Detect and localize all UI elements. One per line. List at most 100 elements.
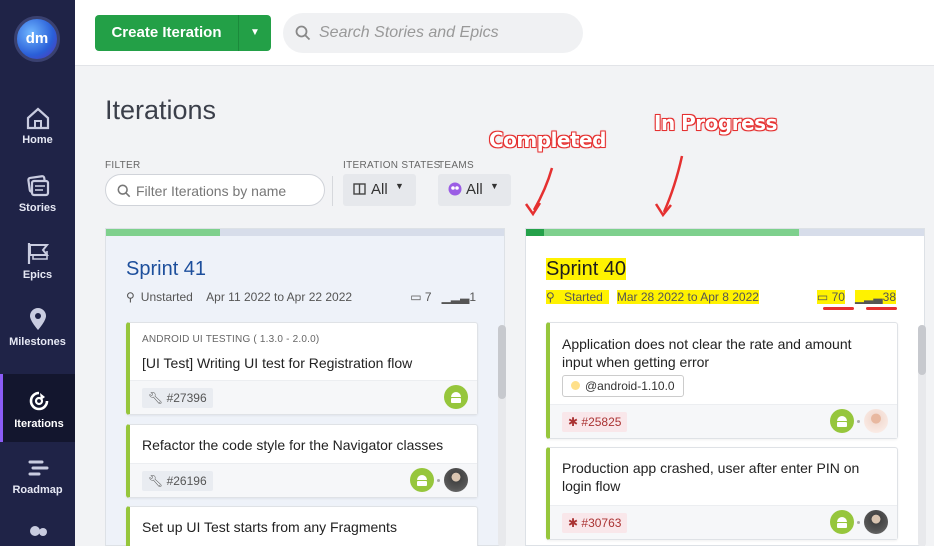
wrench-icon: 🔧︎ xyxy=(148,391,164,405)
create-iteration-button[interactable]: Create Iteration xyxy=(95,15,238,51)
progress-fill xyxy=(106,229,220,236)
points-highlight: ▁▂▃38 xyxy=(854,290,896,304)
iteration-states-label: ITERATION STATES xyxy=(343,160,441,171)
iteration-meta: ⚲ Started Mar 28 2022 to Apr 8 2022 xyxy=(546,290,765,304)
sidebar-item-iterations[interactable]: Iterations xyxy=(0,374,75,442)
app-logo[interactable]: dm xyxy=(14,16,60,62)
story-id: #26196 xyxy=(166,474,207,488)
card-title[interactable]: Set up UI Test starts from any Fragments xyxy=(142,518,462,536)
sidebar-item-teams[interactable] xyxy=(0,522,75,546)
iteration-meta: ⚲ Unstarted Apr 11 2022 to Apr 22 2022 xyxy=(126,290,358,304)
points-icon: ▁▂▃ xyxy=(854,290,883,304)
iteration-counts: ▭ 7 ▁▂▃1 xyxy=(410,290,476,304)
android-icon xyxy=(830,510,854,534)
chevron-down-icon: ▼ xyxy=(490,181,499,191)
android-icon xyxy=(444,385,468,409)
chevron-down-icon: ▼ xyxy=(250,27,260,38)
iteration-state-highlight: ⚲ Started xyxy=(546,290,609,304)
unstarted-state-icon: ⚲ xyxy=(126,290,135,304)
filter-label: FILTER xyxy=(105,160,141,171)
search-input[interactable] xyxy=(319,21,569,45)
wrench-icon: 🔧︎ xyxy=(148,474,164,488)
story-card[interactable]: Refactor the code style for the Navigato… xyxy=(126,424,478,498)
story-id: #25825 xyxy=(581,415,622,429)
annotation-arrow-completed xyxy=(524,167,554,217)
sidebar-item-label: Home xyxy=(22,134,53,146)
teams-dropdown[interactable]: All ▼ xyxy=(438,174,511,206)
avatar[interactable] xyxy=(864,510,888,534)
milestones-icon xyxy=(29,308,46,330)
iteration-column-sprint-40: Sprint 40 ⚲ Started Mar 28 2022 to Apr 8 … xyxy=(525,228,926,546)
sidebar-item-milestones[interactable]: Milestones xyxy=(0,308,75,374)
iteration-title[interactable]: Sprint 40 xyxy=(546,258,627,281)
filter-field xyxy=(105,174,325,206)
iteration-title-text: Sprint 40 xyxy=(546,258,627,280)
avatar[interactable] xyxy=(864,409,888,433)
search-icon xyxy=(117,184,131,198)
team-icon xyxy=(448,182,462,196)
story-id-badge[interactable]: 🔧︎ #27396 xyxy=(142,388,213,408)
story-card[interactable]: ANDROID UI TESTING ( 1.3.0 - 2.0.0) [UI … xyxy=(126,322,478,415)
story-id: #27396 xyxy=(166,391,207,405)
story-count-highlight: ▭ 70 xyxy=(816,290,845,304)
story-id-badge[interactable]: ✱ #30763 xyxy=(562,513,628,533)
iteration-state: Started xyxy=(564,290,603,304)
columns-icon xyxy=(353,183,366,195)
sidebar-item-epics[interactable]: Epics xyxy=(0,241,75,307)
card-footer: 🔧︎ #27396 xyxy=(130,380,477,414)
iteration-title[interactable]: Sprint 41 xyxy=(126,258,206,281)
iteration-counts: ▭ 70 ▁▂▃38 xyxy=(816,290,896,304)
sidebar-item-home[interactable]: Home xyxy=(0,106,75,172)
create-options-dropdown[interactable]: ▼ xyxy=(239,15,271,51)
top-bar: Create Iteration ▼ xyxy=(75,0,934,66)
avatar[interactable] xyxy=(444,468,468,492)
stories-count-icon: ▭ xyxy=(410,290,422,304)
card-epic[interactable]: ANDROID UI TESTING ( 1.3.0 - 2.0.0) xyxy=(142,334,319,345)
sidebar-item-label: Stories xyxy=(18,202,57,214)
sidebar-item-label: Milestones xyxy=(9,336,66,348)
annotation-in-progress: In Progress xyxy=(654,111,777,135)
story-card[interactable]: Application does not clear the rate and … xyxy=(546,322,898,439)
bug-icon: ✱ xyxy=(568,415,579,429)
scrollbar-thumb[interactable] xyxy=(498,325,506,399)
card-footer: ✱ #30763 xyxy=(550,505,897,539)
sidebar-item-stories[interactable]: Stories xyxy=(0,174,75,240)
story-id: #30763 xyxy=(581,516,622,530)
card-title[interactable]: Refactor the code style for the Navigato… xyxy=(142,436,462,454)
progress-done xyxy=(526,229,544,236)
story-card[interactable]: Set up UI Test starts from any Fragments xyxy=(126,506,478,546)
iterations-icon xyxy=(29,391,49,411)
scrollbar-thumb[interactable] xyxy=(918,325,926,375)
epics-icon xyxy=(27,243,49,264)
search-icon xyxy=(295,25,311,41)
story-card[interactable]: Production app crashed, user after enter… xyxy=(546,447,898,540)
scrollbar[interactable] xyxy=(498,325,506,546)
card-title[interactable]: [UI Test] Writing UI test for Registrati… xyxy=(142,354,462,372)
scrollbar[interactable] xyxy=(918,325,926,546)
android-icon xyxy=(830,409,854,433)
create-iteration-button-group: Create Iteration ▼ xyxy=(95,15,271,51)
assignee-separator xyxy=(437,479,440,482)
story-id-badge[interactable]: 🔧︎ #26196 xyxy=(142,471,213,491)
label-tag[interactable]: @android-1.10.0 xyxy=(562,375,684,397)
iteration-progress-bar xyxy=(106,229,504,236)
page-title: Iterations xyxy=(105,95,217,125)
sidebar-item-roadmap[interactable]: Roadmap xyxy=(0,456,75,522)
stories-count-icon: ▭ xyxy=(816,290,829,304)
annotation-underline-points xyxy=(866,307,897,310)
story-id-badge[interactable]: ✱ #25825 xyxy=(562,412,628,432)
chevron-down-icon: ▼ xyxy=(395,181,404,191)
annotation-completed: Completed xyxy=(489,128,606,152)
sidebar-item-label: Epics xyxy=(22,269,53,281)
label-color-dot xyxy=(571,381,580,390)
global-search xyxy=(283,13,583,53)
filter-iterations-input[interactable] xyxy=(136,181,316,201)
started-state-icon: ⚲ xyxy=(546,290,555,304)
card-title[interactable]: Application does not clear the rate and … xyxy=(562,335,882,371)
teams-label: TEAMS xyxy=(438,160,474,171)
card-title[interactable]: Production app crashed, user after enter… xyxy=(562,459,882,495)
iteration-states-dropdown[interactable]: All ▼ xyxy=(343,174,416,206)
bug-icon: ✱ xyxy=(568,516,579,530)
filter-divider xyxy=(332,176,333,206)
story-count: 70 xyxy=(831,290,845,304)
